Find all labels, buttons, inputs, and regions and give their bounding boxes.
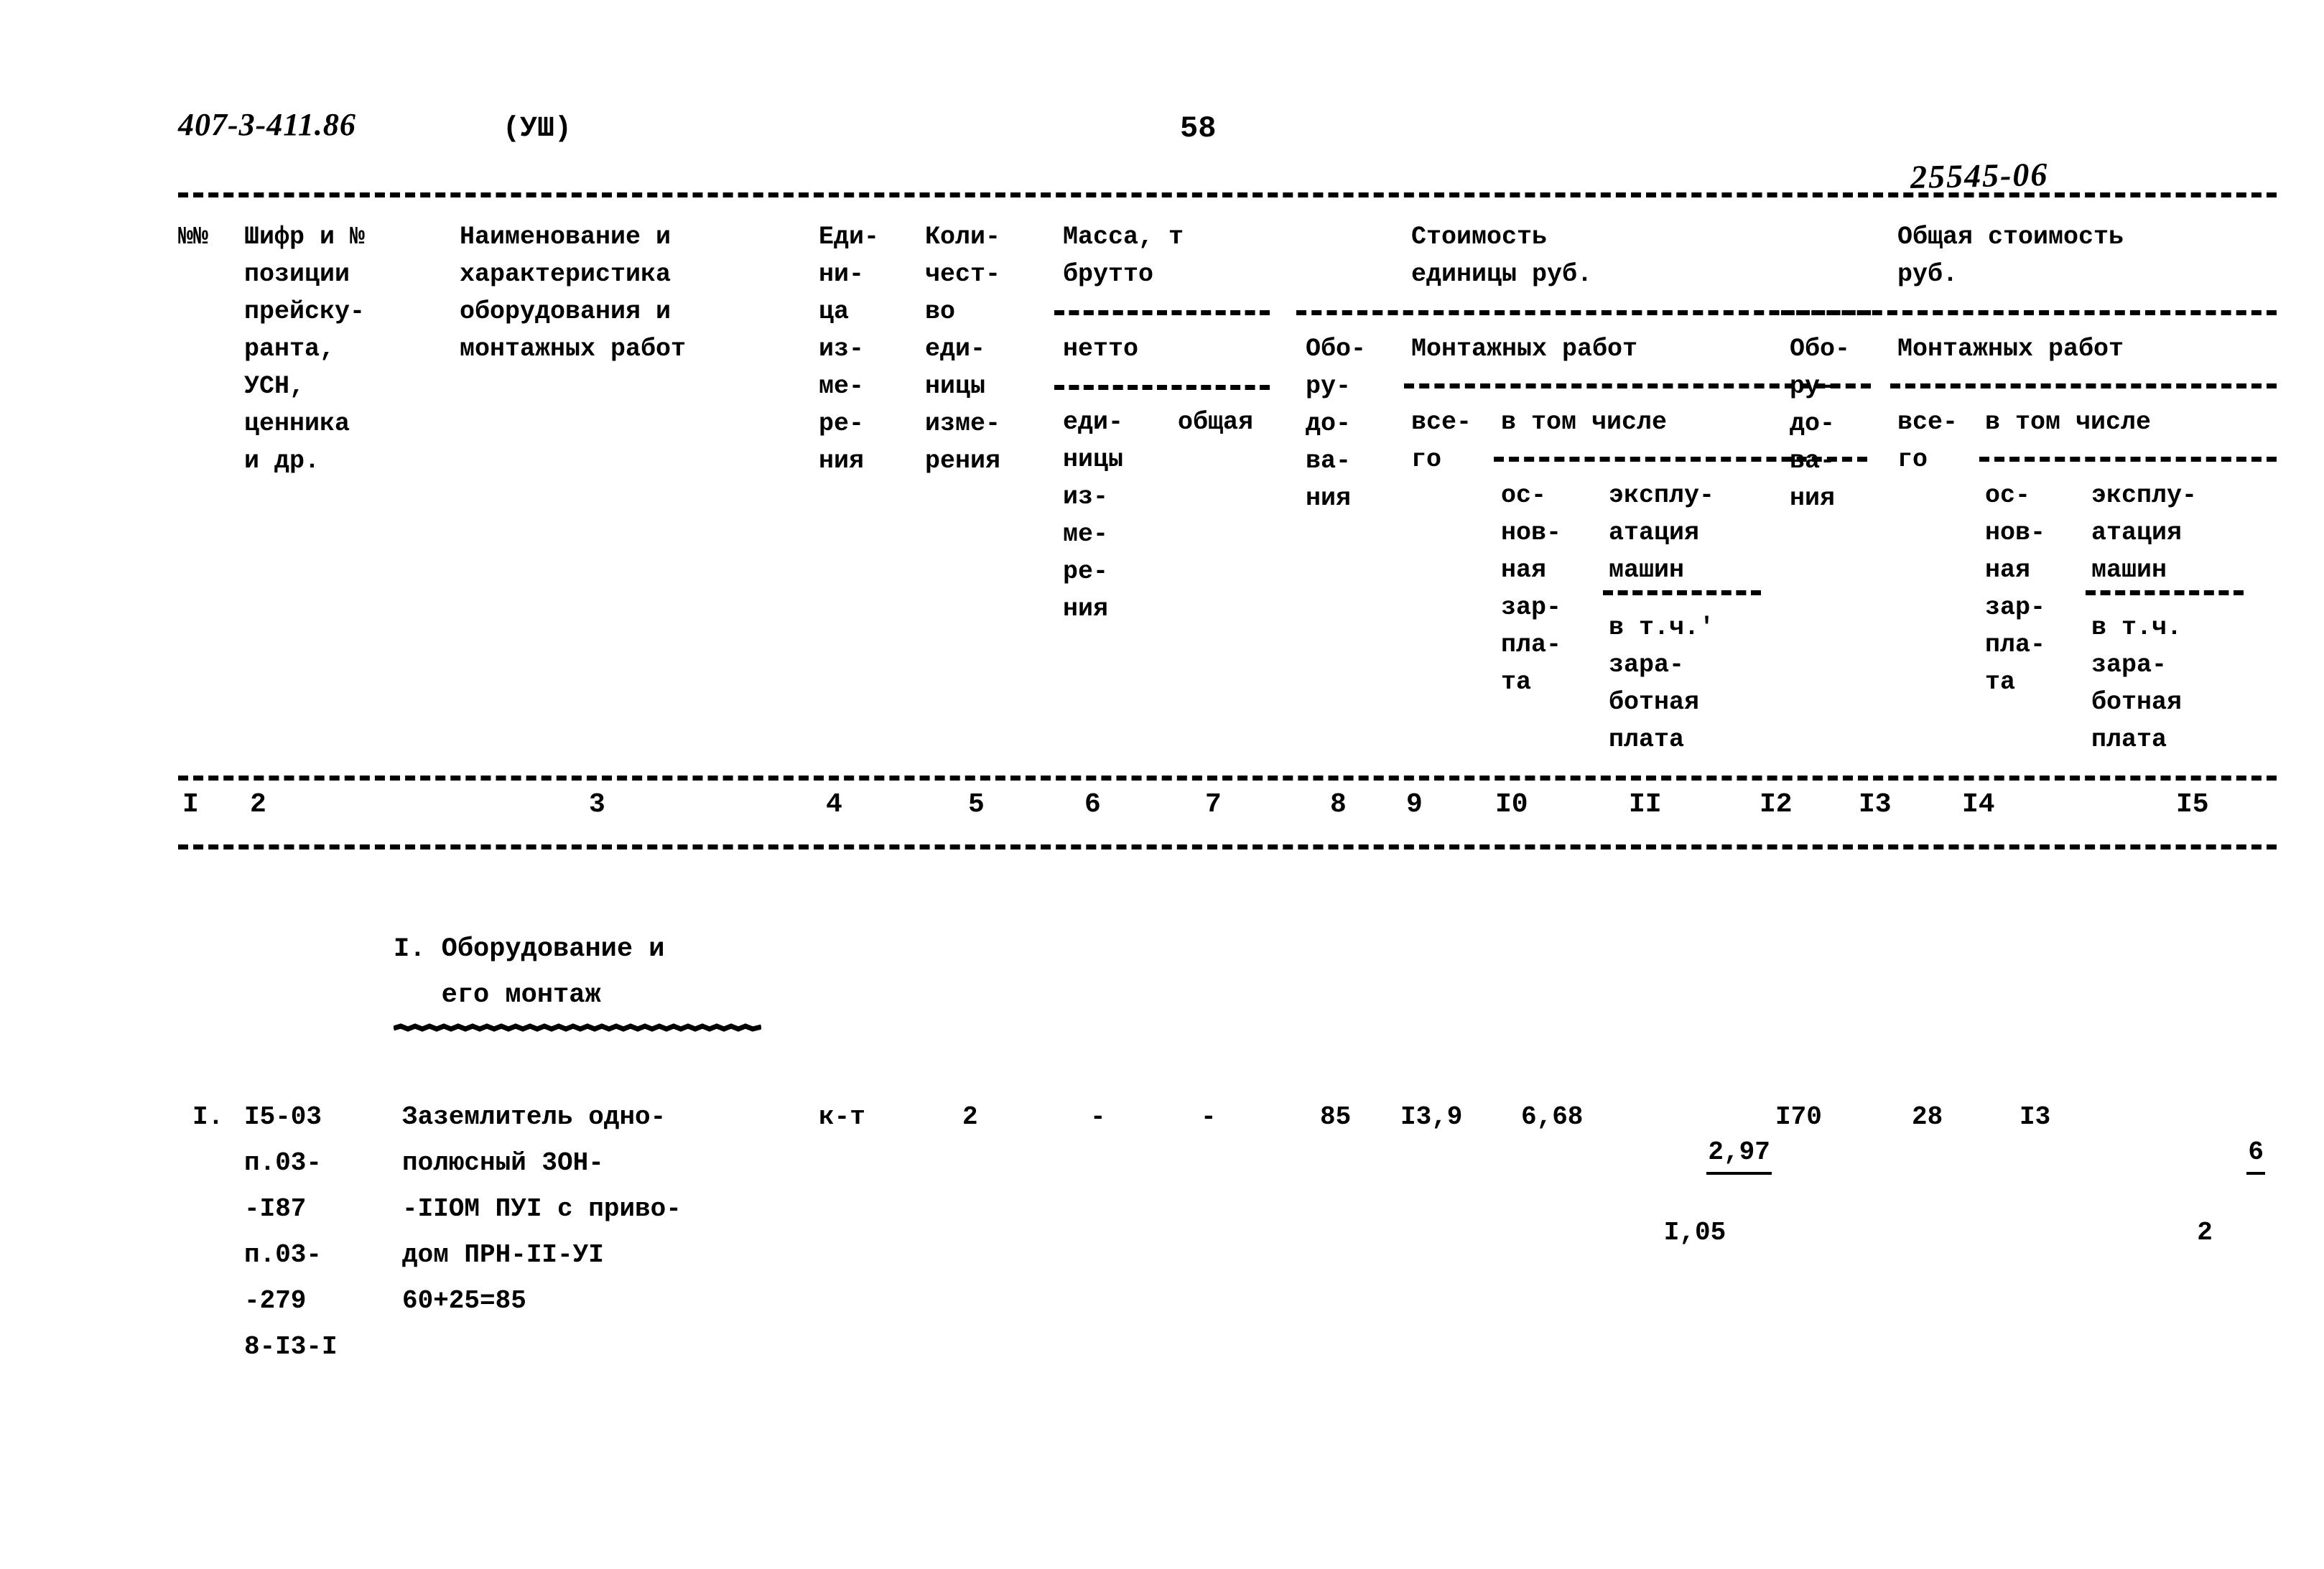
table-row-total-montage-total: 28: [1912, 1102, 1943, 1132]
cost-machines-numerator: 2,97: [1706, 1133, 1772, 1175]
header-mass-netto: нетто: [1063, 335, 1139, 363]
column-number-10: I0: [1495, 789, 1528, 820]
header-total-cost-title: Общая стоимость руб.: [1897, 223, 2124, 289]
section-title-underline: [394, 1023, 761, 1033]
column-number-2: 2: [250, 789, 266, 820]
header-col14-basic-wage: ос- нов- ная зар- пла- та: [1985, 481, 2046, 697]
header-col12-equipment: Обо- ру- до- ва- ния: [1790, 335, 1851, 513]
column-number-5: 5: [968, 789, 985, 820]
table-row-mass-unit: -: [1090, 1102, 1106, 1132]
total-cost-rule: [1781, 310, 2277, 315]
header-col11-sub-wage: в т.ч.' зара- ботная плата: [1609, 613, 1715, 754]
header-col3-name: Наименование и характеристика оборудован…: [460, 223, 687, 363]
table-row-cost-equipment: 85: [1320, 1102, 1352, 1132]
section-title: I. Оборудование и его монтаж: [394, 934, 665, 1010]
cost-machines-denominator: I,05: [1663, 1218, 1726, 1247]
page-number: 58: [1180, 111, 1217, 146]
header-col10-basic-wage: ос- нов- ная зар- пла- та: [1501, 481, 1562, 697]
table-row-cost-machines-fraction: 2,97 I,05: [1645, 1094, 1772, 1330]
table-row-quantity: 2: [962, 1102, 978, 1132]
table-row-code: I5-03 п.03- -I87 п.03- -279 8-I3-I: [244, 1102, 338, 1361]
header-montage-title: Монтажных работ: [1411, 335, 1638, 363]
in-which-rule-2: [1979, 457, 2277, 462]
table-row-total-equipment: I70: [1775, 1102, 1822, 1132]
header-unit-cost-title: Стоимость единицы руб.: [1411, 223, 1593, 289]
scanned-document-page: 407-3-411.86 (УШ) 58 25545-06 №№ Шифр и …: [0, 0, 2324, 1569]
column-number-7: 7: [1205, 789, 1222, 820]
header-col2-code: Шифр и № позиции прейску- ранта, УСН, це…: [244, 223, 366, 475]
column-number-6: 6: [1084, 789, 1101, 820]
header-mass-brutto: брутто: [1063, 260, 1154, 289]
colnum-top-rule: [178, 776, 2277, 781]
table-row-unit: к-т: [819, 1102, 865, 1132]
colnum-bottom-rule: [178, 844, 2277, 849]
total-machines-numerator: 6: [2246, 1133, 2266, 1175]
column-number-13: I3: [1859, 789, 1892, 820]
header-mass-group-title: Масса, т: [1063, 223, 1184, 251]
header-col15-sub-wage: в т.ч. зара- ботная плата: [2091, 613, 2183, 754]
document-code: 407-3-411.86: [178, 107, 356, 142]
archive-number-handwritten: 25545-06: [1910, 155, 2049, 196]
mass-brutto-rule: [1054, 310, 1270, 315]
table-row-nn: I.: [192, 1102, 224, 1132]
column-number-11: II: [1629, 789, 1662, 820]
header-in-which-2: в том числе: [1985, 408, 2152, 437]
document-volume: (УШ): [503, 113, 572, 145]
total-machines-denominator: 2: [2197, 1218, 2213, 1247]
montage-rule-2: [1890, 383, 2277, 388]
header-col11-machines: эксплу- атация машин: [1609, 481, 1715, 585]
machines-rule: [1603, 590, 1761, 595]
column-number-15: I5: [2176, 789, 2209, 820]
table-row-cost-basic-wage: 6,68: [1521, 1102, 1584, 1132]
header-col7-total-mass: общая: [1178, 408, 1254, 437]
table-top-rule: [178, 192, 2277, 197]
table-row-total-machines-fraction: 6 2: [2185, 1094, 2266, 1330]
header-col9-total: все- го: [1411, 408, 1472, 474]
header-col1-nn: №№: [178, 223, 209, 251]
header-col5-quantity: Коли- чест- во еди- ницы изме- рения: [925, 223, 1001, 475]
column-number-14: I4: [1962, 789, 1995, 820]
table-row-name: Заземлитель одно- полюсный 3ОН- -IIOM ПУ…: [402, 1102, 682, 1316]
column-number-9: 9: [1406, 789, 1423, 820]
table-row-total-basic-wage: I3: [2019, 1102, 2051, 1132]
column-number-8: 8: [1330, 789, 1347, 820]
machines-rule-2: [2086, 590, 2244, 595]
header-col6-unit-mass: еди- ницы из- ме- ре- ния: [1063, 408, 1124, 623]
column-number-4: 4: [826, 789, 842, 820]
column-number-3: 3: [589, 789, 605, 820]
table-row-cost-montage-total: I3,9: [1400, 1102, 1463, 1132]
header-in-which: в том числе: [1501, 408, 1668, 437]
header-col15-machines: эксплу- атация машин: [2091, 481, 2198, 585]
header-montage-title-2: Монтажных работ: [1897, 335, 2124, 363]
column-number-1: I: [182, 789, 199, 820]
mass-netto-rule: [1054, 385, 1270, 390]
header-col4-unit: Еди- ни- ца из- ме- ре- ния: [819, 223, 880, 475]
table-row-mass-total: -: [1201, 1102, 1217, 1132]
column-number-12: I2: [1760, 789, 1793, 820]
header-col8-equipment: Обо- ру- до- ва- ния: [1306, 335, 1367, 513]
header-col13-total: все- го: [1897, 408, 1958, 474]
